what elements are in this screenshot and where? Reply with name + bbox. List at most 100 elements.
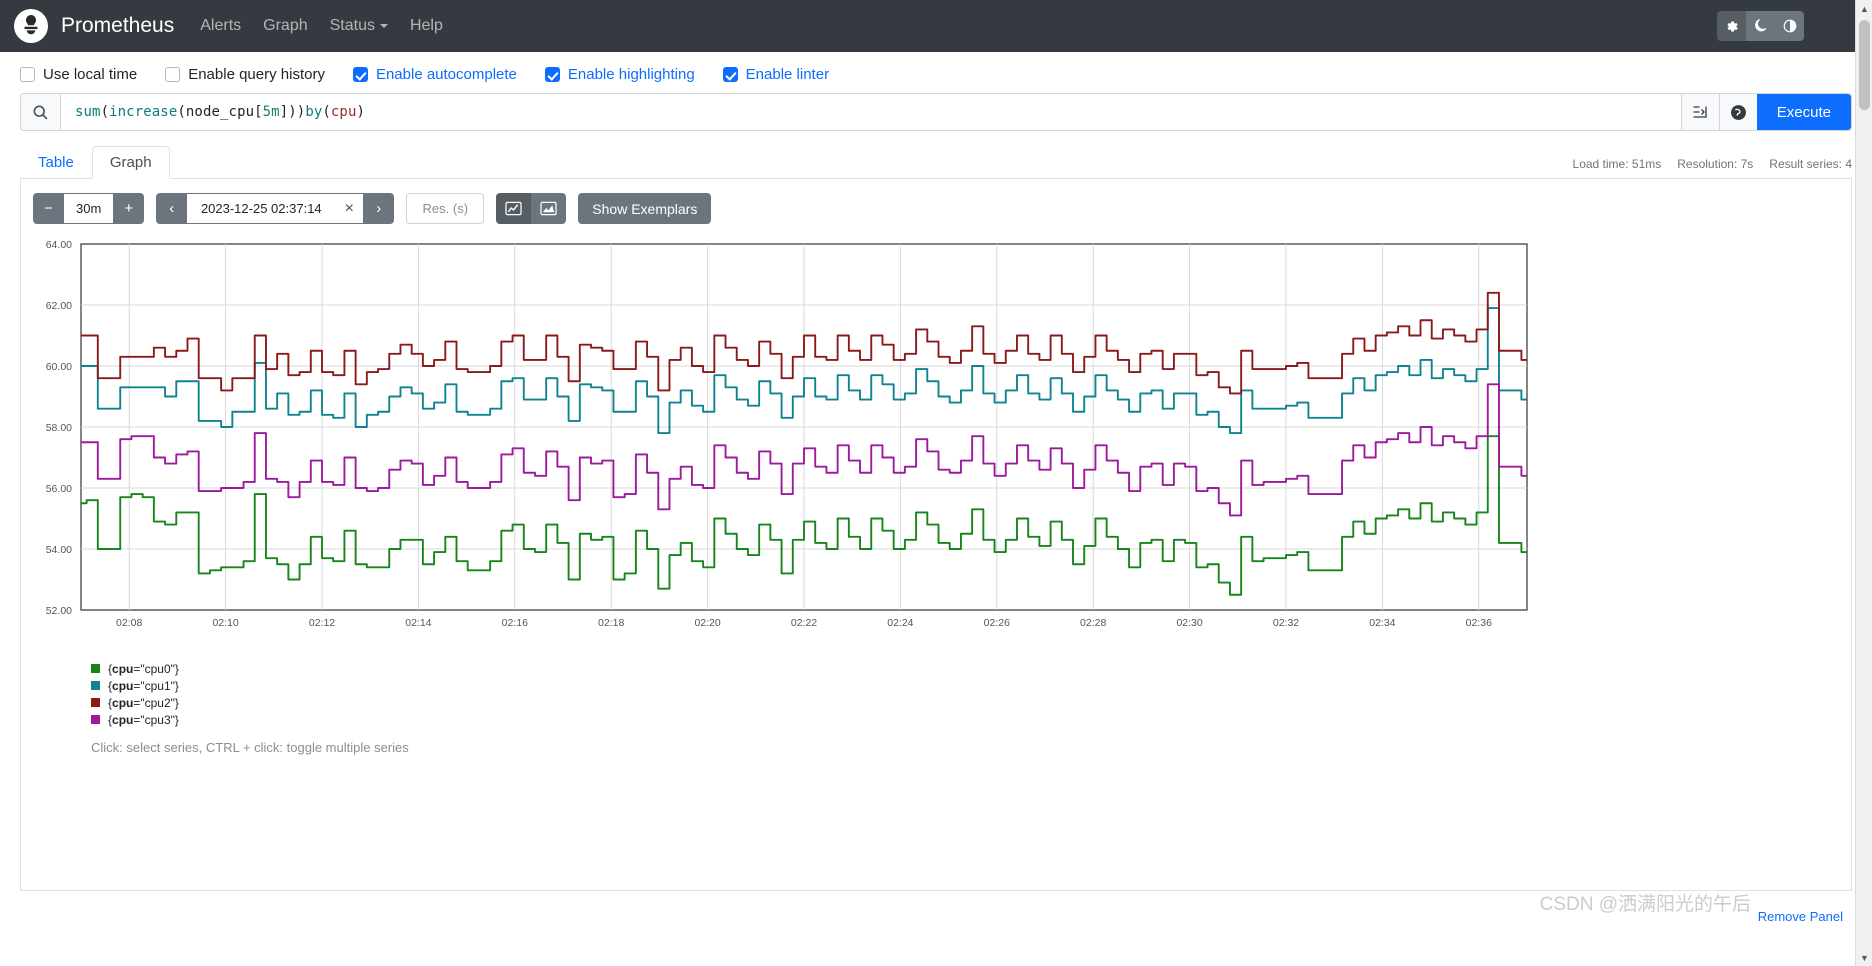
option-enable-linter-label: Enable linter <box>745 66 830 83</box>
svg-text:54.00: 54.00 <box>46 544 72 556</box>
query-token-increase: increase <box>109 104 178 120</box>
search-icon <box>21 94 61 130</box>
svg-text:60.00: 60.00 <box>46 361 72 373</box>
svg-text:02:30: 02:30 <box>1176 617 1202 629</box>
legend-swatch-cpu2 <box>91 698 100 707</box>
legend-swatch-cpu0 <box>91 664 100 673</box>
legend-item-cpu2[interactable]: {cpu="cpu2"} <box>91 694 1839 711</box>
option-enable-linter[interactable]: Enable linter <box>722 66 830 83</box>
query-token-bracket-open: [ <box>254 104 263 120</box>
nav-link-alerts[interactable]: Alerts <box>200 17 241 35</box>
time-navigator: ‹ 2023-12-25 02:37:14 × › <box>156 193 395 224</box>
metrics-explorer-icon[interactable] <box>1718 94 1757 130</box>
query-bar: sum(increase(node_cpu[5m])) by (cpu) Exe… <box>20 93 1852 131</box>
brand-title: Prometheus <box>61 14 175 37</box>
legend-hint: Click: select series, CTRL + click: togg… <box>91 740 409 755</box>
format-expression-icon[interactable] <box>1680 94 1719 130</box>
legend-item-cpu0[interactable]: {cpu="cpu0"} <box>91 660 1839 677</box>
option-enable-highlighting-label: Enable highlighting <box>567 66 695 83</box>
svg-text:02:12: 02:12 <box>309 617 335 629</box>
scrollbar-thumb[interactable] <box>1859 20 1870 110</box>
svg-text:02:22: 02:22 <box>791 617 817 629</box>
legend-label-cpu3: {cpu="cpu3"} <box>108 712 179 727</box>
next-time-button[interactable]: › <box>363 193 395 224</box>
graph-controls-toolbar: − 30m + ‹ 2023-12-25 02:37:14 × › Res. (… <box>33 193 1839 224</box>
time-series-chart[interactable]: 52.00 54.00 56.00 58.00 60.00 62.00 64.00 02:08… <box>33 238 1839 638</box>
legend-swatch-cpu3 <box>91 715 100 724</box>
legend-item-cpu3[interactable]: {cpu="cpu3"} <box>91 711 1839 728</box>
option-use-local-time[interactable]: Use local time <box>20 66 137 83</box>
query-token-duration: 5m <box>262 104 280 120</box>
result-tabs: Table Graph Load time: 51ms Resolution: … <box>20 145 1852 179</box>
chevron-down-icon <box>379 24 388 28</box>
svg-text:02:10: 02:10 <box>212 617 238 629</box>
query-token-paren2: ( <box>177 104 186 120</box>
query-token-paren4: ) <box>356 104 366 120</box>
scroll-down-icon[interactable]: ▼ <box>1856 949 1872 966</box>
top-navbar: Prometheus Alerts Graph Status Help <box>0 0 1872 52</box>
option-enable-autocomplete-label: Enable autocomplete <box>375 66 517 83</box>
nav-link-status[interactable]: Status <box>330 17 388 35</box>
query-token-paren3: ( <box>322 104 331 120</box>
svg-text:02:08: 02:08 <box>116 617 142 629</box>
gear-icon[interactable] <box>1717 11 1746 41</box>
svg-text:02:20: 02:20 <box>694 617 720 629</box>
end-time-input[interactable]: 2023-12-25 02:37:14 <box>187 193 336 224</box>
query-token-metric: node_cpu <box>185 104 255 120</box>
option-enable-query-history[interactable]: Enable query history <box>165 66 325 83</box>
legend-label-cpu1: {cpu="cpu1"} <box>108 678 179 693</box>
scroll-up-icon[interactable]: ▲ <box>1856 0 1872 17</box>
show-exemplars-button[interactable]: Show Exemplars <box>578 193 712 224</box>
legend-swatch-cpu1 <box>91 681 100 690</box>
svg-text:56.00: 56.00 <box>46 483 72 495</box>
theme-switcher <box>1717 11 1804 41</box>
option-enable-highlighting[interactable]: Enable highlighting <box>544 66 695 83</box>
contrast-icon[interactable] <box>1775 11 1804 41</box>
stat-load-time: Load time: 51ms <box>1572 157 1662 171</box>
chart-legend: {cpu="cpu0"} {cpu="cpu1"} {cpu="cpu2"} {… <box>33 660 1839 755</box>
watermark: CSDN @洒满阳光的午后 <box>1539 894 1751 915</box>
query-input[interactable]: sum(increase(node_cpu[5m])) by (cpu) <box>61 94 1681 130</box>
checkbox-use-local-time[interactable] <box>20 67 35 82</box>
range-value[interactable]: 30m <box>64 193 114 224</box>
increase-range-button[interactable]: + <box>113 193 145 224</box>
option-enable-autocomplete[interactable]: Enable autocomplete <box>352 66 517 83</box>
previous-time-button[interactable]: ‹ <box>156 193 188 224</box>
svg-text:02:32: 02:32 <box>1273 617 1299 629</box>
nav-link-graph[interactable]: Graph <box>263 17 307 35</box>
svg-text:02:16: 02:16 <box>502 617 528 629</box>
chart-type-group <box>496 193 567 224</box>
resolution-input[interactable]: Res. (s) <box>406 193 485 224</box>
decrease-range-button[interactable]: − <box>33 193 64 224</box>
option-enable-query-history-label: Enable query history <box>188 66 325 83</box>
nav-link-graph-label: Graph <box>263 17 308 34</box>
nav-link-help[interactable]: Help <box>410 17 443 35</box>
line-chart-icon[interactable] <box>496 193 532 224</box>
query-options-row: Use local time Enable query history Enab… <box>0 52 1872 93</box>
stacked-chart-icon[interactable] <box>531 193 567 224</box>
tab-graph[interactable]: Graph <box>91 146 170 179</box>
moon-icon[interactable] <box>1746 11 1775 41</box>
query-token-label: cpu <box>330 104 357 120</box>
nav-link-help-label: Help <box>409 17 443 34</box>
legend-label-cpu0: {cpu="cpu0"} <box>108 661 179 676</box>
execute-button[interactable]: Execute <box>1756 94 1851 130</box>
svg-text:02:18: 02:18 <box>598 617 624 629</box>
prometheus-logo-icon[interactable] <box>14 9 48 43</box>
stat-resolution: Resolution: 7s <box>1677 157 1754 171</box>
checkbox-enable-autocomplete[interactable] <box>352 67 368 82</box>
svg-text:62.00: 62.00 <box>46 300 72 312</box>
nav-link-alerts-label: Alerts <box>200 17 242 34</box>
checkbox-enable-query-history[interactable] <box>165 67 181 82</box>
tab-table[interactable]: Table <box>20 146 92 179</box>
clear-time-icon[interactable]: × <box>335 193 364 224</box>
page-scrollbar[interactable]: ▲ ▼ <box>1855 0 1872 966</box>
checkbox-enable-highlighting[interactable] <box>544 67 560 82</box>
legend-item-cpu1[interactable]: {cpu="cpu1"} <box>91 677 1839 694</box>
remove-panel-link[interactable]: Remove Panel <box>1758 909 1843 924</box>
query-token-by: by <box>305 104 323 120</box>
query-stats: Load time: 51ms Resolution: 7s Result se… <box>1573 157 1852 171</box>
svg-text:52.00: 52.00 <box>46 605 72 617</box>
checkbox-enable-linter[interactable] <box>722 67 738 82</box>
query-token-paren1: ( <box>100 104 110 120</box>
